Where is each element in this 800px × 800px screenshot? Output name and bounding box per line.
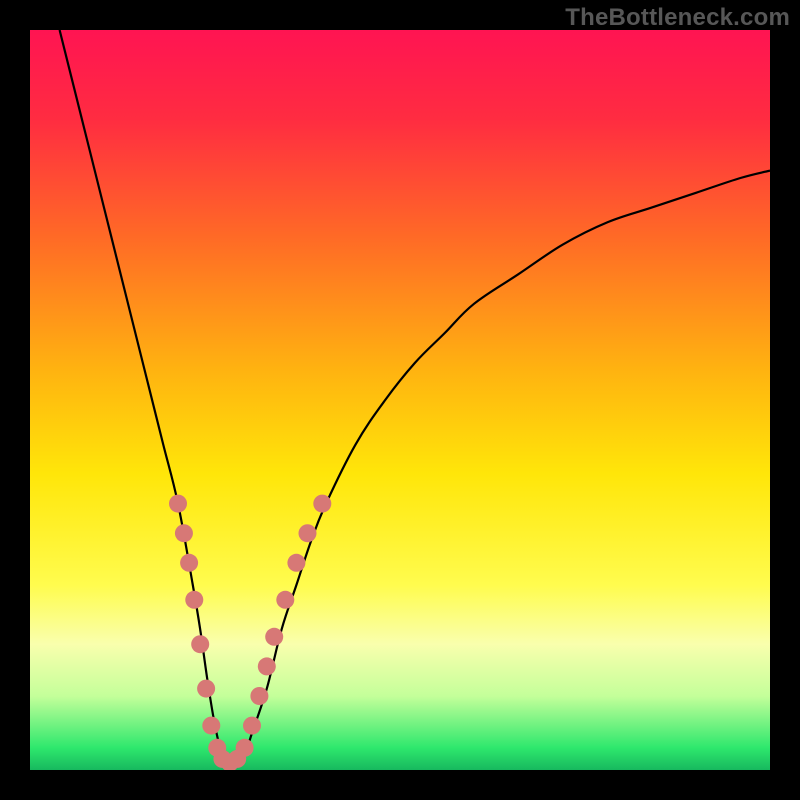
highlight-dot xyxy=(313,495,331,513)
highlight-dot xyxy=(185,591,203,609)
watermark-text: TheBottleneck.com xyxy=(565,4,790,32)
highlight-dot xyxy=(258,657,276,675)
highlight-dots-group xyxy=(169,495,331,770)
plot-area xyxy=(30,30,770,770)
highlight-dot xyxy=(299,524,317,542)
highlight-dot xyxy=(175,524,193,542)
highlight-dot xyxy=(265,628,283,646)
curve-overlay xyxy=(30,30,770,770)
highlight-dot xyxy=(191,635,209,653)
chart-frame: TheBottleneck.com xyxy=(0,0,800,800)
highlight-dot xyxy=(236,739,254,757)
highlight-dot xyxy=(250,687,268,705)
highlight-dot xyxy=(276,591,294,609)
highlight-dot xyxy=(243,717,261,735)
highlight-dot xyxy=(197,680,215,698)
highlight-dot xyxy=(169,495,187,513)
bottleneck-curve xyxy=(60,30,770,764)
highlight-dot xyxy=(202,717,220,735)
highlight-dot xyxy=(287,554,305,572)
highlight-dot xyxy=(180,554,198,572)
